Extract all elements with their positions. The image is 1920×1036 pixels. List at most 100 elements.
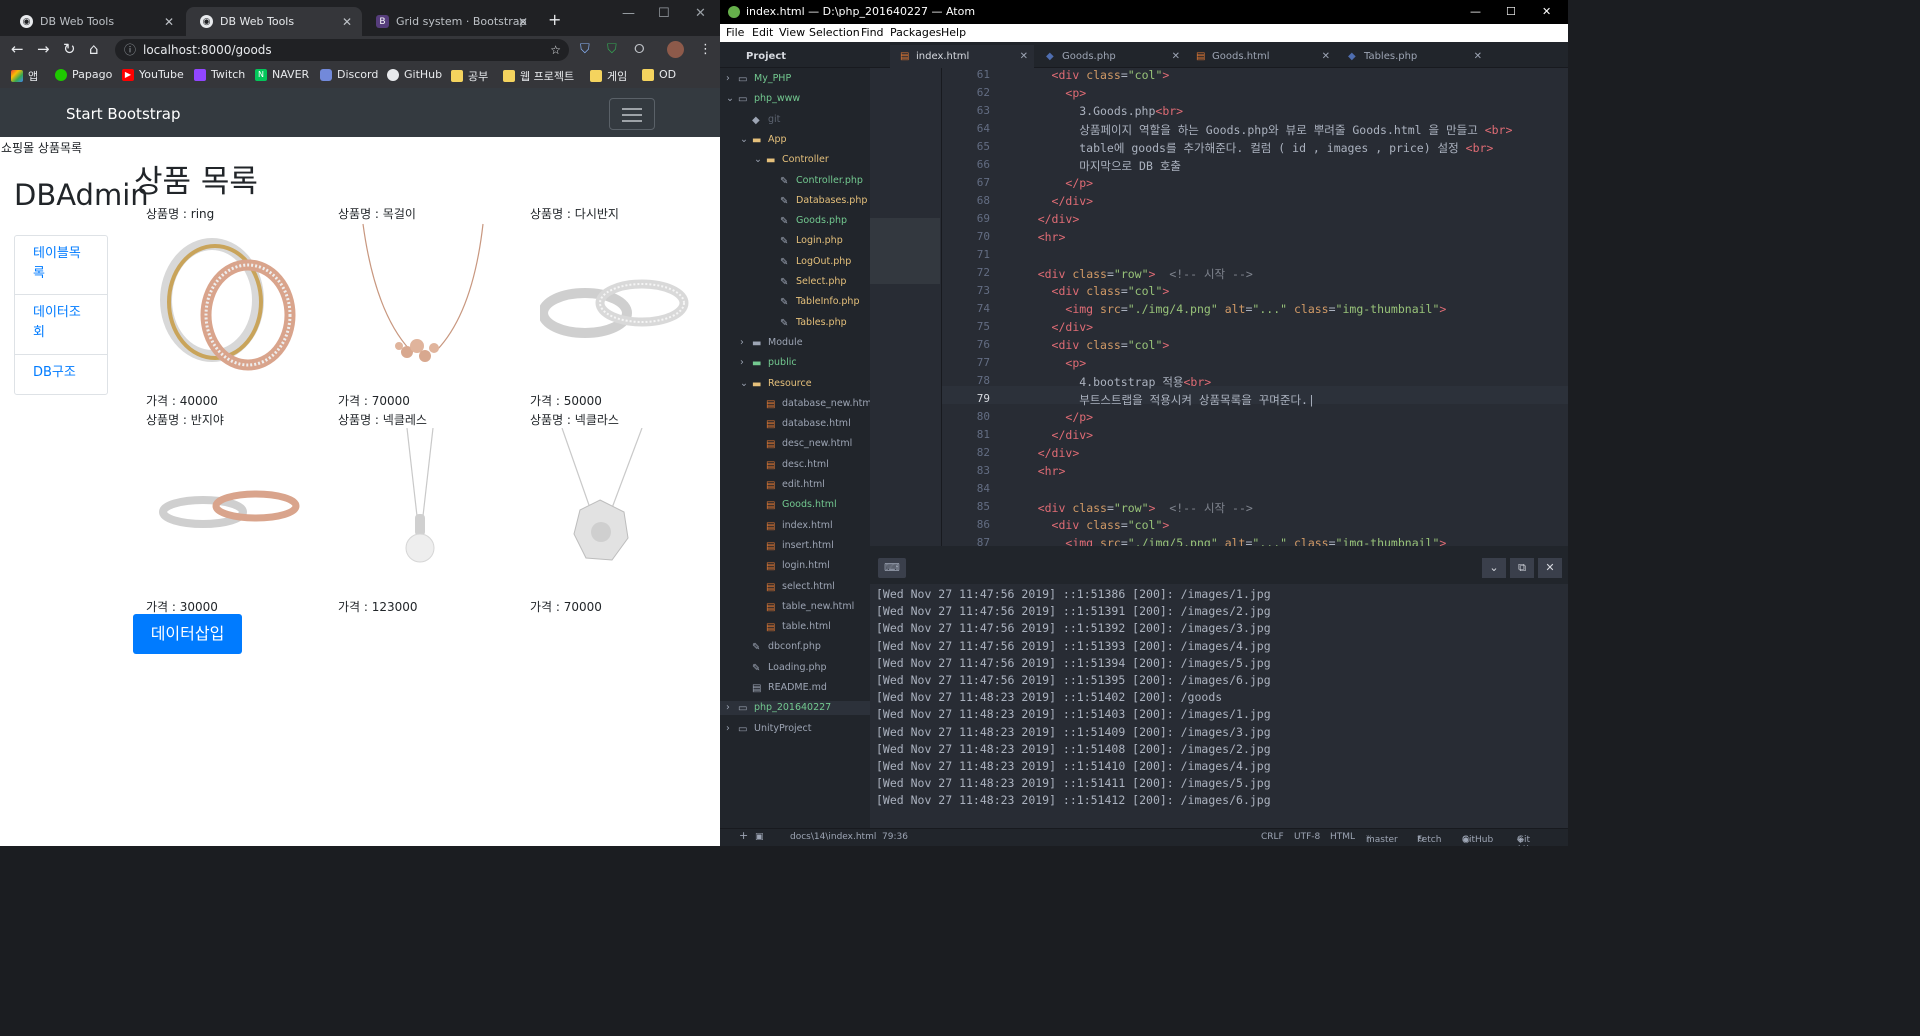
- tree-item[interactable]: ▤ desc.html: [754, 458, 829, 472]
- tree-item[interactable]: ✎ Controller.php: [768, 174, 863, 188]
- tab-tables-php[interactable]: ◆ Tables.php ✕: [1338, 45, 1488, 68]
- tree-item[interactable]: ✎ Select.php: [768, 275, 846, 289]
- minimize-icon[interactable]: —: [1470, 0, 1481, 24]
- insert-data-button[interactable]: 데이터삽입: [133, 614, 242, 654]
- tree-item[interactable]: ✎ Loading.php: [740, 661, 827, 675]
- tree-item[interactable]: ▤ edit.html: [754, 478, 825, 492]
- tree-item[interactable]: ▤ table.html: [754, 620, 831, 634]
- avatar[interactable]: [667, 41, 684, 58]
- new-tab-icon[interactable]: +: [548, 10, 561, 29]
- tree-item[interactable]: ▤ database_new.html: [754, 397, 874, 411]
- tree-item[interactable]: ⌄ ▭ php_www: [726, 92, 800, 106]
- tree-item[interactable]: ▤ database.html: [754, 417, 851, 431]
- close-tab-icon[interactable]: ✕: [1020, 45, 1028, 68]
- chrome-tab-2-active[interactable]: ◉ DB Web Tools ✕: [186, 7, 362, 36]
- tree-item[interactable]: ✎ Goods.php: [768, 214, 847, 228]
- minimize-icon[interactable]: —: [622, 6, 635, 21]
- address-bar[interactable]: ⓘ localhost:8000/goods ☆: [115, 39, 569, 61]
- tree-item[interactable]: ⌄ ▬ Controller: [754, 153, 829, 167]
- forward-icon[interactable]: →: [37, 42, 50, 57]
- grammar[interactable]: HTML: [1330, 832, 1355, 842]
- tree-item[interactable]: ▤ insert.html: [754, 539, 834, 553]
- bookmark-folder-web[interactable]: 웹 프로젝트: [503, 68, 574, 84]
- extension-bulb-icon[interactable]: ⵔ: [634, 42, 645, 57]
- sidebar-item-db-structure[interactable]: DB구조: [14, 354, 108, 395]
- back-icon[interactable]: ←: [11, 42, 24, 57]
- menu-dots-icon[interactable]: ⋮: [699, 42, 712, 57]
- bookmark-folder-study[interactable]: 공부: [451, 68, 488, 84]
- navbar-toggler-button[interactable]: [609, 98, 655, 130]
- navbar-brand[interactable]: Start Bootstrap: [66, 105, 181, 123]
- bookmark-discord[interactable]: Discord: [320, 68, 378, 81]
- star-icon[interactable]: ☆: [550, 39, 561, 61]
- terminal-icon[interactable]: ▣: [755, 832, 764, 842]
- bookmark-twitch[interactable]: Twitch: [194, 68, 245, 81]
- close-tab-icon[interactable]: ✕: [1172, 45, 1180, 68]
- tree-item[interactable]: ✎ Tables.php: [768, 316, 847, 330]
- tree-item[interactable]: ✎ TableInfo.php: [768, 295, 859, 309]
- bookmark-apps[interactable]: 앱: [11, 68, 38, 84]
- sidebar-item-tables[interactable]: 테이블목록: [14, 235, 108, 295]
- tree-item[interactable]: ▤ README.md: [740, 681, 827, 695]
- close-tab-icon[interactable]: ✕: [1474, 45, 1482, 68]
- tab-goods-php[interactable]: ◆ Goods.php ✕: [1036, 45, 1186, 68]
- tree-item[interactable]: ▤ Goods.html: [754, 498, 837, 512]
- maximize-icon[interactable]: ☐: [1506, 0, 1516, 24]
- tree-item[interactable]: ✎ Databases.php: [768, 194, 867, 208]
- keyboard-icon[interactable]: ⌨: [878, 558, 906, 578]
- chevron-down-icon[interactable]: ⌄: [1482, 558, 1506, 578]
- cursor-position[interactable]: 79:36: [882, 832, 908, 842]
- menu-packages[interactable]: Packages: [890, 26, 941, 39]
- close-tab-icon[interactable]: ✕: [518, 15, 528, 29]
- bookmark-folder-od[interactable]: OD: [642, 68, 676, 81]
- menu-find[interactable]: Find: [861, 26, 884, 39]
- maximize-icon[interactable]: ☐: [658, 6, 670, 21]
- bookmark-naver[interactable]: N NAVER: [255, 68, 309, 81]
- maximize-panel-icon[interactable]: ⧉: [1510, 558, 1534, 578]
- close-tab-icon[interactable]: ✕: [164, 15, 174, 29]
- terminal-output[interactable]: [Wed Nov 27 11:47:56 2019] ::1:51386 [20…: [870, 584, 1568, 828]
- tree-item[interactable]: ▤ index.html: [754, 519, 833, 533]
- menu-help[interactable]: Help: [941, 26, 966, 39]
- tree-item[interactable]: ▤ table_new.html: [754, 600, 854, 614]
- close-tab-icon[interactable]: ✕: [342, 15, 352, 29]
- file-path[interactable]: docs\14\index.html: [790, 832, 876, 842]
- menu-selection[interactable]: Selection: [809, 26, 860, 39]
- tree-item[interactable]: ▤ desc_new.html: [754, 437, 852, 451]
- tab-index-html[interactable]: ▤ index.html ✕: [890, 45, 1034, 68]
- sidebar-item-data-view[interactable]: 데이터조회: [14, 294, 108, 355]
- extension-shield-icon[interactable]: ⛉: [580, 42, 590, 57]
- tree-item[interactable]: ▤ login.html: [754, 559, 830, 573]
- bookmark-youtube[interactable]: ▶ YouTube: [122, 68, 184, 81]
- tree-item[interactable]: ⌄ ▬ App: [740, 133, 787, 147]
- close-window-icon[interactable]: ✕: [1542, 0, 1551, 24]
- tree-item[interactable]: ✎ LogOut.php: [768, 255, 851, 269]
- minimap[interactable]: [870, 68, 942, 546]
- tree-item[interactable]: › ▭ UnityProject: [726, 722, 811, 736]
- minimap-viewport[interactable]: [870, 218, 940, 284]
- tab-goods-html[interactable]: ▤ Goods.html ✕: [1186, 45, 1336, 68]
- tab-project[interactable]: Project: [720, 45, 870, 68]
- tree-item[interactable]: ✎ dbconf.php: [740, 640, 821, 654]
- bookmark-papago[interactable]: Papago: [55, 68, 112, 81]
- tree-item[interactable]: ▤ select.html: [754, 580, 835, 594]
- home-icon[interactable]: ⌂: [89, 42, 99, 57]
- bookmark-folder-game[interactable]: 게임: [590, 68, 627, 84]
- tree-item[interactable]: › ▭ My_PHP: [726, 72, 791, 86]
- menu-view[interactable]: View: [779, 26, 805, 39]
- add-icon[interactable]: +: [739, 829, 748, 842]
- close-panel-icon[interactable]: ✕: [1538, 558, 1562, 578]
- reload-icon[interactable]: ↻: [63, 42, 76, 57]
- close-tab-icon[interactable]: ✕: [1322, 45, 1330, 68]
- bookmark-github[interactable]: GitHub: [387, 68, 442, 81]
- tree-item[interactable]: ⌄ ▬ Resource: [740, 377, 812, 391]
- tree-item[interactable]: ◆ git: [740, 113, 780, 127]
- tree-item[interactable]: › ▬ Module: [740, 336, 803, 350]
- chrome-tab-1[interactable]: ◉ DB Web Tools ✕: [6, 7, 184, 36]
- tree-item[interactable]: › ▬ public: [740, 356, 797, 370]
- tree-item[interactable]: › ▭ php_201640227: [720, 701, 870, 716]
- file-encoding[interactable]: UTF-8: [1294, 832, 1320, 842]
- line-ending[interactable]: CRLF: [1261, 832, 1284, 842]
- close-window-icon[interactable]: ✕: [695, 6, 706, 21]
- chrome-tab-3[interactable]: B Grid system · Bootstrap ✕: [362, 7, 538, 36]
